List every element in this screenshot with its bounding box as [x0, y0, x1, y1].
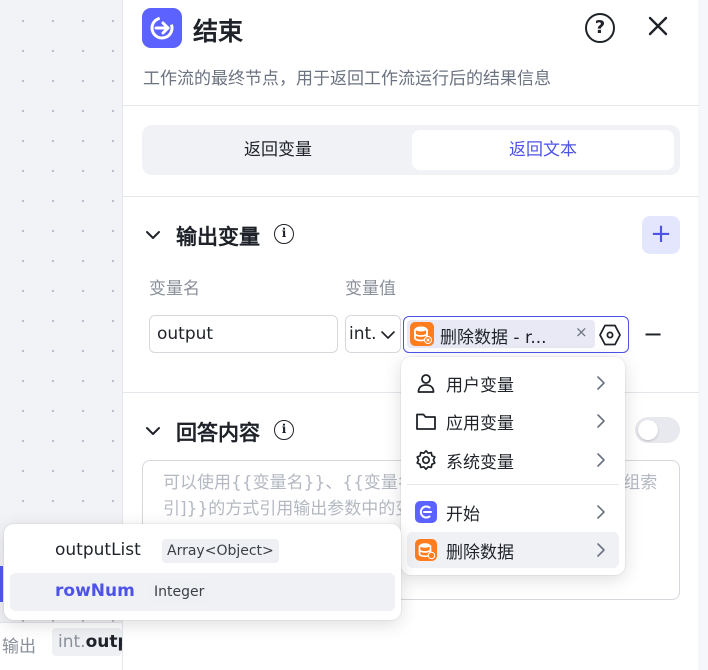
menu-item-label: 应用变量	[446, 414, 514, 434]
info-icon[interactable]: i	[274, 224, 294, 244]
menu-item-label: 系统变量	[446, 453, 514, 473]
field-name: rowNum	[55, 581, 135, 601]
divider	[123, 105, 699, 106]
database-icon	[415, 539, 437, 561]
menu-divider	[407, 484, 619, 485]
streaming-toggle[interactable]	[635, 417, 680, 443]
chevron-right-icon	[597, 453, 605, 467]
divider	[123, 196, 699, 197]
output-chip: int.outp	[52, 628, 122, 656]
field-option-outputList[interactable]: outputList Array<Object>	[10, 532, 395, 570]
chevron-right-icon	[597, 505, 605, 519]
menu-item-delete-data[interactable]: 删除数据	[407, 532, 619, 568]
chevron-right-icon	[597, 414, 605, 428]
menu-item-label: 删除数据	[446, 543, 514, 563]
output-chip-type: int.	[58, 632, 86, 652]
panel-title: 结束	[193, 17, 244, 46]
collapse-chevron-icon[interactable]	[144, 422, 162, 440]
gear-icon	[416, 449, 436, 471]
tab-return-variables[interactable]: 返回变量	[147, 130, 409, 170]
folder-icon	[416, 413, 436, 430]
panel-description: 工作流的最终节点，用于返回工作流运行后的结果信息	[143, 69, 551, 89]
help-icon[interactable]: ?	[585, 13, 615, 43]
reference-chip[interactable]: 删除数据 - r... ×	[407, 320, 595, 348]
answer-section-title: 回答内容	[176, 421, 260, 445]
output-section-title: 输出变量	[176, 225, 260, 249]
field-option-rowNum[interactable]: rowNum Integer	[10, 573, 395, 611]
chevron-down-icon	[381, 331, 395, 339]
variable-name-input[interactable]: output	[149, 315, 338, 353]
menu-item-label: 用户变量	[446, 376, 514, 396]
user-icon	[417, 374, 435, 393]
reference-label: 删除数据 - r...	[440, 328, 547, 348]
chevron-right-icon	[597, 376, 605, 390]
field-name: outputList	[55, 540, 141, 560]
variable-value-field[interactable]: 删除数据 - r... ×	[403, 316, 629, 353]
info-icon[interactable]: i	[274, 420, 294, 440]
variable-type-value: int.	[349, 324, 377, 344]
output-label: 输出	[2, 637, 36, 657]
add-variable-button[interactable]: +	[642, 216, 680, 254]
variable-source-menu: 用户变量 应用变量 系统变量 开始 删除数据	[401, 357, 625, 575]
menu-item-start-node[interactable]: 开始	[407, 494, 619, 530]
selection-indicator	[0, 566, 3, 602]
menu-item-user-variables[interactable]: 用户变量	[407, 365, 619, 401]
remove-row-button[interactable]: −	[643, 320, 663, 348]
variable-type-select[interactable]: int.	[345, 315, 401, 353]
field-type-badge: Array<Object>	[162, 539, 279, 563]
chevron-right-icon	[597, 543, 605, 557]
column-value-label: 变量值	[345, 279, 396, 299]
tab-return-text[interactable]: 返回文本	[412, 130, 674, 170]
start-node-icon	[415, 501, 437, 523]
menu-item-label: 开始	[446, 505, 480, 525]
remove-reference-icon[interactable]: ×	[575, 323, 588, 341]
return-mode-tabs: 返回变量 返回文本	[142, 125, 680, 175]
database-icon	[410, 322, 434, 346]
column-name-label: 变量名	[149, 279, 200, 299]
output-fields-popup: outputList Array<Object> rowNum Integer	[4, 524, 401, 620]
menu-item-system-variables[interactable]: 系统变量	[407, 442, 619, 478]
output-chip-value: outp	[85, 632, 122, 652]
close-icon[interactable]	[643, 11, 673, 41]
variable-picker-icon[interactable]	[598, 323, 622, 347]
field-type-badge: Integer	[149, 580, 210, 604]
collapse-chevron-icon[interactable]	[144, 226, 162, 244]
end-node-icon	[142, 8, 182, 48]
toggle-knob	[638, 420, 658, 440]
menu-item-app-variables[interactable]: 应用变量	[407, 403, 619, 439]
